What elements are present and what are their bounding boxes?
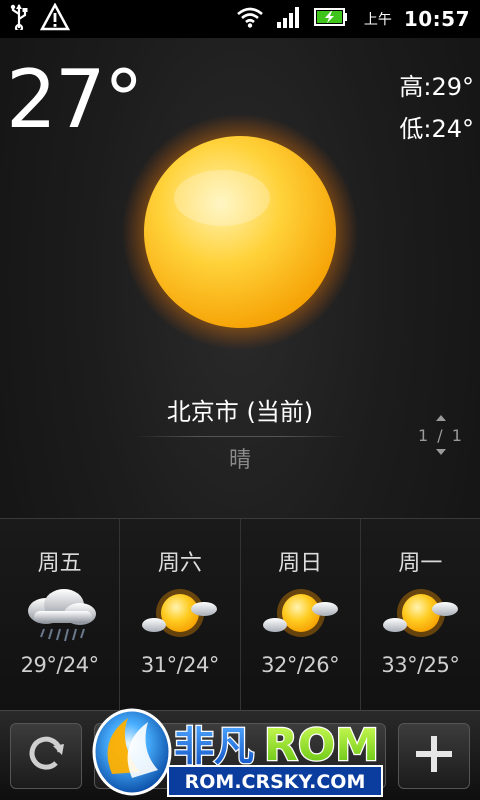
forecast-day-name: 周五: [37, 551, 82, 576]
location-pager[interactable]: 1 / 1: [418, 412, 464, 458]
forecast-temps: 32°/26°: [261, 653, 340, 677]
rain-cloud-icon: [20, 585, 100, 645]
forecast-temps: 29°/24°: [20, 653, 100, 677]
forecast-day[interactable]: 周日 32°/26°: [241, 519, 361, 711]
status-time: 10:57: [403, 7, 470, 31]
high-temperature: 高:29°: [399, 73, 474, 101]
weather-condition: 晴: [228, 448, 251, 473]
battery-charging-icon: [313, 7, 348, 31]
warning-icon: [39, 2, 71, 35]
signal-icon: [276, 6, 302, 32]
city-divider: [135, 436, 345, 437]
watermark-brand-left: 非凡: [174, 724, 254, 770]
location-block[interactable]: 北京市 (当前) 晴: [0, 392, 480, 479]
forecast-row: 周五 29°/24° 周六 31°/24° 周日 32°/26° 周一 33°/…: [0, 518, 480, 711]
watermark-logo: ROM.CRSKY.COM 非凡 ROM: [88, 700, 408, 800]
pager-up-icon: [436, 415, 446, 421]
high-low: 高:29° 低:24°: [399, 66, 474, 150]
weather-screen: 上午 10:57 27° 高:29° 低:24° 北京市 (当前) 晴 1 / …: [0, 0, 480, 800]
sun-cloud-icon: [140, 585, 220, 645]
forecast-day[interactable]: 周六 31°/24°: [120, 519, 241, 711]
forecast-day-name: 周一: [398, 551, 443, 576]
forecast-temps: 31°/24°: [140, 653, 220, 677]
status-ampm: 上午: [363, 12, 392, 28]
city-name: 北京市 (当前): [166, 398, 314, 426]
status-left: [10, 2, 71, 35]
forecast-day[interactable]: 周五 29°/24°: [0, 519, 121, 711]
refresh-icon: [22, 730, 70, 782]
add-location-button[interactable]: [398, 723, 470, 789]
pager-label: 1 / 1: [418, 426, 464, 445]
pager-down-icon: [436, 449, 446, 455]
low-temperature: 低:24°: [399, 115, 474, 143]
forecast-day[interactable]: 周一 33°/25°: [361, 519, 480, 711]
status-right: 上午 10:57: [236, 6, 470, 32]
wifi-icon: [236, 6, 264, 32]
refresh-button[interactable]: [10, 723, 82, 789]
usb-icon: [10, 4, 28, 34]
watermark-brand-right: ROM: [264, 720, 379, 771]
watermark-url: ROM.CRSKY.COM: [185, 771, 366, 793]
forecast-temps: 33°/25°: [381, 653, 460, 677]
sun-cloud-icon: [261, 585, 341, 645]
sun-cloud-icon: [381, 585, 461, 645]
forecast-day-name: 周六: [157, 551, 202, 576]
sun-icon: [120, 112, 360, 352]
forecast-day-name: 周日: [278, 551, 323, 576]
plus-icon: [412, 732, 456, 780]
status-bar: 上午 10:57: [0, 0, 480, 38]
